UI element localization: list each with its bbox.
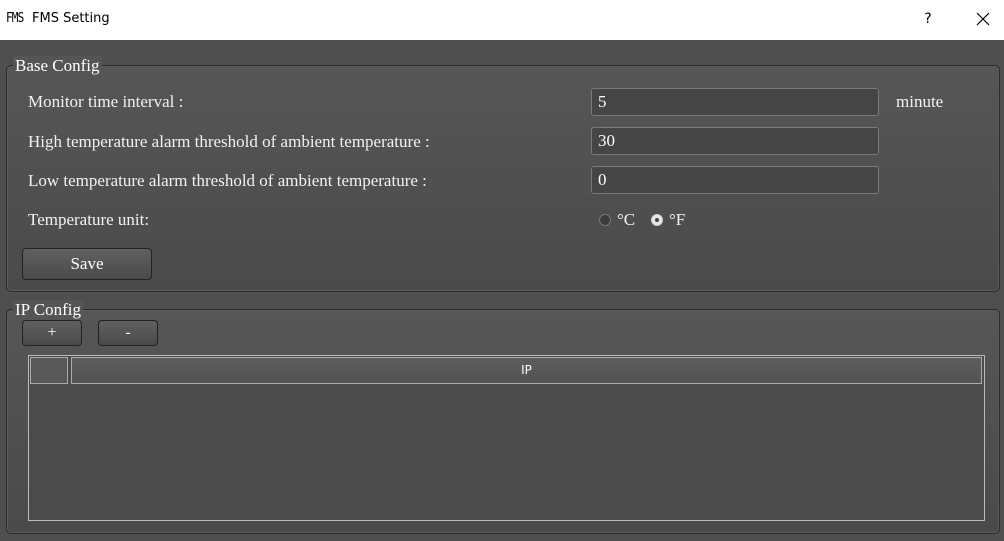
app-logo: FMS: [6, 11, 24, 26]
title-bar: FMS FMS Setting ?: [0, 0, 1004, 40]
window-title: FMS Setting: [32, 11, 110, 26]
temp-unit-label: Temperature unit:: [28, 210, 150, 229]
dialog-body: Base Config Monitor time interval : minu…: [0, 40, 1004, 541]
monitor-interval-unit: minute: [896, 92, 944, 111]
low-temp-label: Low temperature alarm threshold of ambie…: [28, 171, 427, 190]
low-temp-input[interactable]: [591, 166, 879, 194]
remove-ip-button[interactable]: -: [98, 320, 158, 346]
close-icon: [976, 12, 990, 26]
high-temp-label: High temperature alarm threshold of ambi…: [28, 132, 430, 151]
help-button[interactable]: ?: [918, 8, 938, 30]
ip-table[interactable]: IP: [28, 355, 985, 521]
fahrenheit-radio[interactable]: [651, 214, 663, 226]
celsius-label: °C: [617, 210, 636, 229]
add-ip-button[interactable]: +: [22, 320, 82, 346]
close-button[interactable]: [970, 8, 994, 30]
celsius-radio[interactable]: [599, 214, 611, 226]
monitor-interval-label: Monitor time interval :: [28, 92, 184, 111]
fahrenheit-label: °F: [669, 210, 686, 229]
monitor-interval-input[interactable]: [591, 88, 879, 116]
ip-config-title: IP Config: [13, 300, 83, 320]
base-config-title: Base Config: [13, 56, 102, 76]
ip-column-header[interactable]: IP: [71, 357, 982, 384]
table-corner-cell[interactable]: [30, 357, 68, 384]
save-button[interactable]: Save: [22, 248, 152, 280]
high-temp-input[interactable]: [591, 127, 879, 155]
